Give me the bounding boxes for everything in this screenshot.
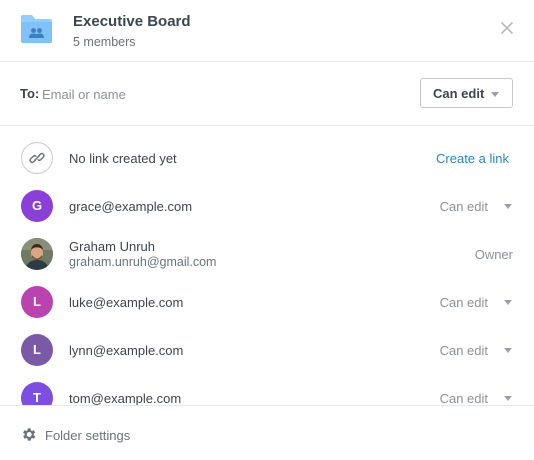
chevron-down-icon[interactable]: [504, 300, 512, 305]
member-email: lynn@example.com: [69, 343, 184, 358]
avatar: T: [21, 382, 53, 405]
chevron-down-icon[interactable]: [504, 204, 512, 209]
member-row: Graham Unruh graham.unruh@gmail.com Owne…: [0, 230, 534, 278]
member-email: luke@example.com: [69, 295, 184, 310]
folder-settings-link[interactable]: Folder settings: [45, 428, 130, 443]
gear-icon[interactable]: [20, 426, 37, 443]
invite-permission-dropdown[interactable]: Can edit: [420, 78, 513, 108]
member-count: 5 members: [73, 35, 136, 49]
dialog-footer: Folder settings: [0, 405, 534, 460]
link-status: No link created yet: [69, 151, 177, 166]
link-icon: [21, 142, 53, 174]
avatar: G: [21, 190, 53, 222]
member-permission-dropdown[interactable]: Can edit: [440, 343, 488, 358]
member-name: Graham Unruh: [69, 239, 155, 254]
close-icon[interactable]: [499, 20, 515, 36]
owner-label: Owner: [474, 247, 513, 262]
dialog-header: Executive Board 5 members: [0, 0, 534, 62]
member-row: L lynn@example.com Can edit: [0, 326, 534, 374]
invite-input[interactable]: [42, 80, 392, 108]
member-permission-dropdown[interactable]: Can edit: [440, 295, 488, 310]
invite-row: To: Can edit: [0, 62, 534, 126]
chevron-down-icon[interactable]: [504, 348, 512, 353]
member-email: tom@example.com: [69, 391, 182, 405]
create-link-button[interactable]: Create a link: [436, 151, 509, 166]
page-title: Executive Board: [73, 13, 191, 30]
to-label: To:: [20, 86, 40, 101]
link-row: No link created yet Create a link: [0, 126, 534, 190]
avatar: [21, 238, 53, 270]
member-email: grace@example.com: [69, 199, 193, 214]
avatar: L: [21, 286, 53, 318]
member-email: graham.unruh@gmail.com: [69, 255, 217, 269]
member-permission-dropdown[interactable]: Can edit: [440, 199, 488, 214]
invite-permission-label: Can edit: [433, 86, 485, 101]
member-row: L luke@example.com Can edit: [0, 278, 534, 326]
chevron-down-icon: [491, 92, 499, 97]
member-permission-dropdown[interactable]: Can edit: [440, 391, 488, 405]
member-row: G grace@example.com Can edit: [0, 182, 534, 230]
avatar: L: [21, 334, 53, 366]
member-row: T tom@example.com Can edit: [0, 374, 534, 405]
member-list: No link created yet Create a link G grac…: [0, 126, 534, 405]
shared-folder-icon: [21, 15, 52, 43]
chevron-down-icon[interactable]: [504, 396, 512, 401]
